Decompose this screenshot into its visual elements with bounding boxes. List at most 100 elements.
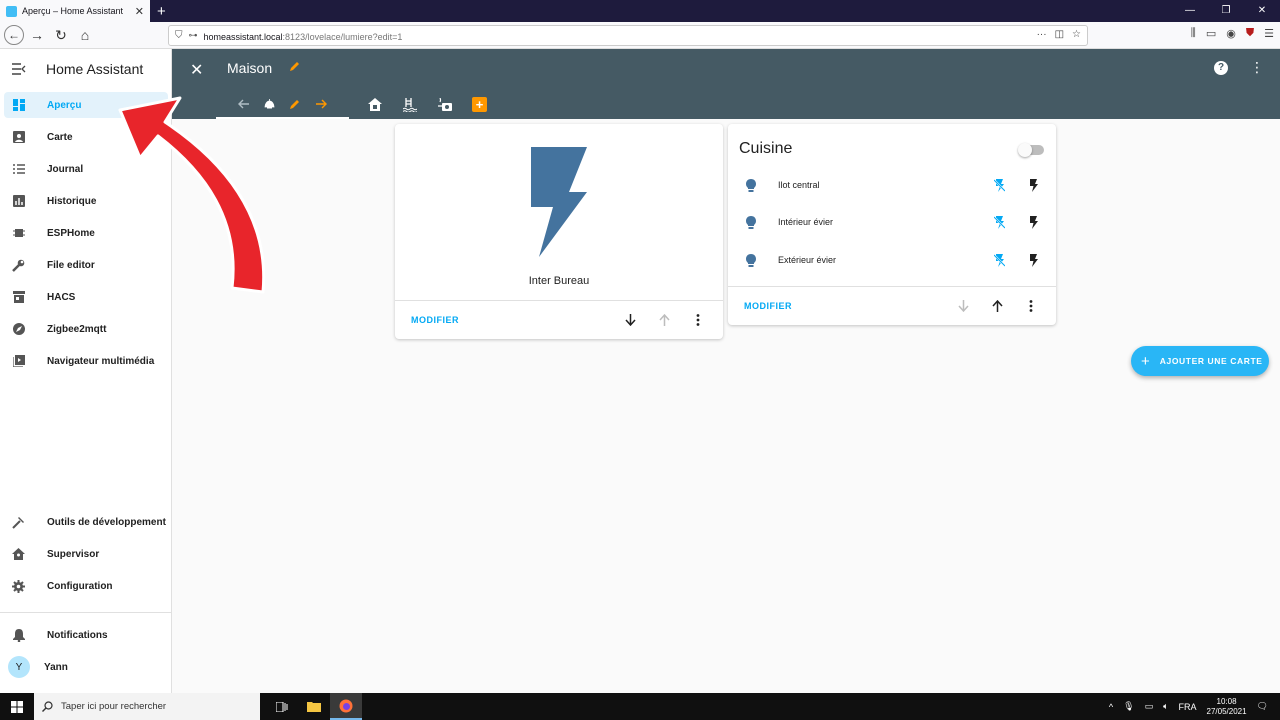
pocket-icon[interactable]: ◫: [1055, 29, 1064, 40]
sidebar-item-carte[interactable]: Carte: [4, 124, 168, 150]
edit-mode-header: ✕ Maison ? ⋮ +: [172, 49, 1280, 119]
button-card[interactable]: Inter Bureau MODIFIER: [395, 124, 723, 339]
sidebar-item-journal[interactable]: Journal: [4, 156, 168, 182]
volume-icon[interactable]: 🔈︎: [1163, 701, 1168, 712]
add-card-button[interactable]: + AJOUTER UNE CARTE: [1131, 346, 1269, 376]
page-actions-icon[interactable]: ···: [1037, 29, 1047, 40]
taskbar-search-input[interactable]: Taper ici pour rechercher: [34, 693, 260, 720]
sidebar-item-hacs[interactable]: HACS: [4, 284, 168, 310]
firefox-icon[interactable]: [330, 693, 362, 720]
flash-off-icon[interactable]: [994, 253, 1005, 267]
sidebar-item-label: Outils de développement: [47, 516, 166, 528]
sidebar-item-supervisor[interactable]: Supervisor: [4, 541, 168, 567]
group-toggle[interactable]: [1018, 143, 1044, 157]
account-icon[interactable]: ◉: [1226, 27, 1236, 40]
sidebar-item-file-editor[interactable]: File editor: [4, 252, 168, 278]
menu-collapse-icon[interactable]: [12, 63, 26, 75]
arrow-up-icon[interactable]: [990, 299, 1004, 313]
button-card-name: Inter Bureau: [528, 275, 590, 287]
flash-off-icon[interactable]: [994, 215, 1005, 229]
close-window-icon[interactable]: ✕: [1244, 0, 1280, 22]
flash-off-icon[interactable]: [994, 178, 1005, 192]
language-indicator[interactable]: FRA: [1179, 702, 1197, 712]
sidebar-item-label: File editor: [47, 259, 95, 271]
card-edit-footer: MODIFIER: [395, 300, 723, 339]
sidebar-item-zigbee2mqtt[interactable]: Zigbee2mqtt: [4, 316, 168, 342]
library-icon[interactable]: ⫼: [1191, 27, 1196, 40]
flash-on-icon[interactable]: [1029, 253, 1038, 267]
sidebar-item-configuration[interactable]: Configuration: [4, 573, 168, 599]
browser-nav-bar: ← → ↻ ⌂ ⛉ ⊶ homeassistant.local:8123/lov…: [0, 22, 1280, 49]
flash-on-icon[interactable]: [1029, 178, 1038, 192]
sidebar-item-label: Configuration: [47, 580, 113, 592]
sidebar-item-label: Aperçu: [47, 99, 82, 111]
sidebar-item-esphome[interactable]: ESPHome: [4, 220, 168, 246]
minimize-icon[interactable]: —: [1172, 0, 1208, 22]
close-tab-icon[interactable]: ✕: [135, 5, 144, 18]
sidebar-item-label: HACS: [47, 291, 76, 303]
menu-icon[interactable]: ☰: [1264, 27, 1274, 40]
move-right-icon[interactable]: [315, 99, 327, 109]
arrow-up-icon[interactable]: [657, 313, 671, 327]
ublock-icon[interactable]: ⛊: [1246, 27, 1254, 40]
sidebar-item-navigateur-multimedia[interactable]: Navigateur multimédia: [4, 348, 168, 374]
tab-home-view-icon[interactable]: [367, 97, 383, 113]
restore-icon[interactable]: ❐: [1208, 0, 1244, 22]
key-icon: ⊶: [188, 30, 198, 40]
shield-icon[interactable]: ⛉: [175, 30, 183, 41]
url-bar[interactable]: ⛉ ⊶ homeassistant.local:8123/lovelace/lu…: [168, 25, 1088, 46]
tray-expand-icon[interactable]: ^: [1109, 702, 1113, 712]
modifier-button[interactable]: MODIFIER: [744, 301, 792, 311]
forward-button[interactable]: →: [26, 24, 48, 46]
new-tab-button[interactable]: +: [157, 3, 166, 20]
sidebar-item-outils-developpement[interactable]: Outils de développement: [4, 509, 168, 535]
browser-tab[interactable]: Aperçu – Home Assistant ✕: [0, 0, 150, 22]
arrow-down-icon[interactable]: [956, 299, 970, 313]
tab-active-view[interactable]: [216, 90, 349, 119]
card-menu-icon[interactable]: [691, 313, 705, 327]
edit-pencil-icon[interactable]: [289, 60, 301, 72]
home-button[interactable]: ⌂: [74, 24, 96, 46]
help-icon[interactable]: ?: [1214, 61, 1228, 75]
search-icon: [42, 701, 53, 712]
sidebar-item-notifications[interactable]: Notifications: [4, 622, 168, 648]
arrow-down-icon[interactable]: [623, 313, 637, 327]
flash-on-icon[interactable]: [1029, 215, 1038, 229]
sidebar-item-apercu[interactable]: Aperçu: [4, 92, 168, 118]
chart-icon: [12, 195, 25, 208]
sidebar-toggle-icon[interactable]: ▭: [1206, 27, 1216, 40]
windows-start-icon[interactable]: [0, 693, 34, 720]
home-assistant-icon: [12, 548, 25, 561]
clock[interactable]: 10:08 27/05/2021: [1207, 697, 1247, 717]
entity-row[interactable]: Ilot central: [746, 175, 1038, 195]
entity-row[interactable]: Extérieur évier: [746, 250, 1038, 270]
bookmark-star-icon[interactable]: ☆: [1072, 29, 1081, 40]
entities-card: Cuisine Ilot central Intérieur évier Ext…: [728, 124, 1056, 325]
notification-center-icon[interactable]: 🗨︎: [1257, 701, 1268, 712]
tab-pool-view-icon[interactable]: [402, 97, 418, 113]
sidebar-item-historique[interactable]: Historique: [4, 188, 168, 214]
avatar: Y: [8, 656, 30, 678]
view-tabs: +: [216, 90, 487, 119]
task-view-icon[interactable]: [266, 693, 298, 720]
move-left-icon[interactable]: [238, 99, 250, 109]
tab-water-heater-view-icon[interactable]: [437, 97, 453, 113]
entity-row[interactable]: Intérieur évier: [746, 212, 1038, 232]
sidebar-item-user[interactable]: Y Yann: [4, 654, 168, 680]
modifier-button[interactable]: MODIFIER: [411, 315, 459, 325]
sidebar-item-label: Supervisor: [47, 548, 100, 560]
sidebar-item-label: Yann: [44, 661, 68, 673]
back-button[interactable]: ←: [4, 25, 24, 45]
windows-taskbar: Taper ici pour rechercher ^ 🎙︎ ▭ 🔈︎ FRA …: [0, 693, 1280, 720]
reload-button[interactable]: ↻: [50, 24, 72, 46]
edit-view-icon[interactable]: [289, 98, 301, 110]
microphone-icon[interactable]: 🎙︎: [1123, 701, 1134, 712]
url-host: homeassistant.local: [203, 31, 283, 42]
file-explorer-icon[interactable]: [298, 693, 330, 720]
sidebar: Home Assistant Aperçu Carte Journal Hist…: [0, 49, 172, 693]
close-edit-icon[interactable]: ✕: [190, 60, 203, 80]
more-vert-icon[interactable]: ⋮: [1250, 59, 1264, 76]
network-icon[interactable]: ▭: [1145, 701, 1154, 712]
card-menu-icon[interactable]: [1024, 299, 1038, 313]
add-view-button[interactable]: +: [472, 97, 487, 112]
